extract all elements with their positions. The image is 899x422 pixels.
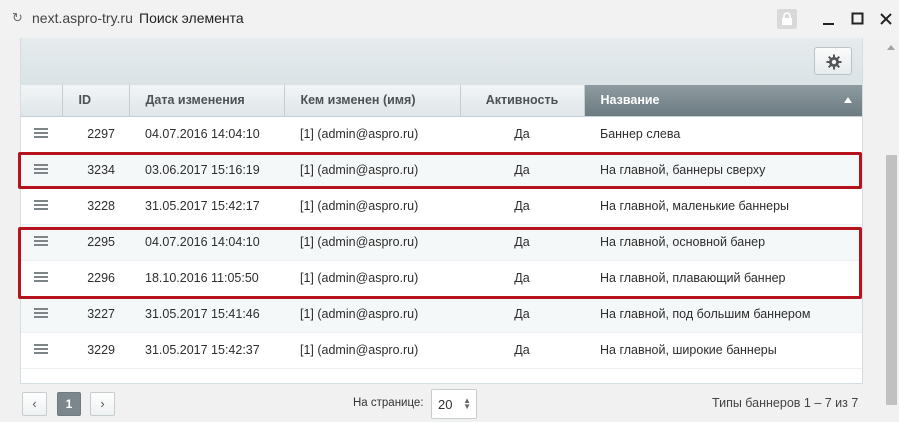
hamburger-icon[interactable]: [34, 272, 48, 282]
table-row[interactable]: 2295 04.07.2016 14:04:10 [1] (admin@aspr…: [21, 224, 862, 261]
row-name: На главной, плавающий баннер: [584, 260, 862, 297]
grid-toolbar: [21, 38, 862, 85]
row-date: 03.06.2017 15:16:19: [129, 152, 284, 189]
prev-page-button[interactable]: ‹: [22, 392, 47, 416]
pagination-bar: ‹ 1 › На странице: 20 ▲ ▼ Типы баннеров 1…: [0, 384, 883, 422]
row-date: 31.05.2017 15:42:17: [129, 188, 284, 225]
table-header-row: ID Дата изменения Кем изменен (имя) Акти…: [21, 85, 862, 117]
row-user: [1] (admin@aspro.ru): [284, 224, 460, 261]
scroll-up-arrow-icon[interactable]: [886, 40, 896, 50]
row-id: 2296: [62, 260, 129, 297]
maximize-icon[interactable]: [847, 8, 869, 30]
lock-icon[interactable]: [777, 9, 797, 29]
row-name: На главной, под большим баннером: [584, 296, 862, 333]
column-header-active[interactable]: Активность: [460, 85, 585, 117]
minimize-icon[interactable]: [818, 8, 840, 30]
column-header-modified-by[interactable]: Кем изменен (имя): [284, 85, 461, 117]
column-header-id[interactable]: ID: [62, 85, 130, 117]
table-row[interactable]: 3227 31.05.2017 15:41:46 [1] (admin@aspr…: [21, 296, 862, 333]
hamburger-icon[interactable]: [34, 344, 48, 354]
row-active: Да: [460, 116, 584, 153]
elements-table: ID Дата изменения Кем изменен (имя) Акти…: [21, 85, 862, 369]
row-date: 04.07.2016 14:04:10: [129, 224, 284, 261]
row-active: Да: [460, 296, 584, 333]
gear-icon: [826, 54, 842, 70]
row-name: На главной, маленькие баннеры: [584, 188, 862, 225]
column-header-name[interactable]: Название: [584, 85, 862, 117]
row-name: На главной, основной банер: [584, 224, 862, 261]
hamburger-icon[interactable]: [34, 164, 48, 174]
next-page-button[interactable]: ›: [90, 392, 115, 416]
row-active: Да: [460, 152, 584, 189]
row-active: Да: [460, 188, 584, 225]
table-row[interactable]: 2296 18.10.2016 11:05:50 [1] (admin@aspr…: [21, 260, 862, 297]
hamburger-icon[interactable]: [34, 308, 48, 318]
row-user: [1] (admin@aspro.ru): [284, 296, 460, 333]
total-count: Типы баннеров 1 – 7 из 7: [712, 396, 859, 410]
sort-asc-icon: [844, 97, 852, 103]
row-name: На главной, широкие баннеры: [584, 332, 862, 369]
scrollbar-thumb[interactable]: [886, 155, 897, 405]
row-name: На главной, баннеры сверху: [584, 152, 862, 189]
column-header-actions: [21, 85, 63, 117]
row-date: 31.05.2017 15:42:37: [129, 332, 284, 369]
column-header-date[interactable]: Дата изменения: [129, 85, 285, 117]
column-header-name-label: Название: [600, 93, 660, 108]
row-menu-cell[interactable]: [21, 152, 62, 189]
row-id: 3228: [62, 188, 129, 225]
table-row[interactable]: 3234 03.06.2017 15:16:19 [1] (admin@aspr…: [21, 152, 862, 189]
per-page-value: 20: [438, 397, 453, 412]
row-id: 3234: [62, 152, 129, 189]
table-row[interactable]: 3229 31.05.2017 15:42:37 [1] (admin@aspr…: [21, 332, 862, 369]
url-text: next.aspro-try.ru: [32, 10, 133, 26]
close-icon[interactable]: [875, 8, 897, 30]
hamburger-icon[interactable]: [34, 236, 48, 246]
row-id: 2295: [62, 224, 129, 261]
window-title: Поиск элемента: [139, 10, 244, 26]
row-user: [1] (admin@aspro.ru): [284, 152, 460, 189]
row-date: 04.07.2016 14:04:10: [129, 116, 284, 153]
table-row[interactable]: 3228 31.05.2017 15:42:17 [1] (admin@aspr…: [21, 188, 862, 225]
row-menu-cell[interactable]: [21, 260, 62, 297]
browser-titlebar: ↻ next.aspro-try.ru Поиск элемента: [0, 0, 899, 38]
per-page-label: На странице:: [353, 397, 424, 409]
row-active: Да: [460, 224, 584, 261]
row-name: Баннер слева: [584, 116, 862, 153]
row-user: [1] (admin@aspro.ru): [284, 260, 460, 297]
row-menu-cell[interactable]: [21, 296, 62, 333]
row-user: [1] (admin@aspro.ru): [284, 188, 460, 225]
row-menu-cell[interactable]: [21, 224, 62, 261]
row-id: 3227: [62, 296, 129, 333]
table-row[interactable]: 2297 04.07.2016 14:04:10 [1] (admin@aspr…: [21, 116, 862, 153]
row-menu-cell[interactable]: [21, 188, 62, 225]
per-page-select[interactable]: 20 ▲ ▼: [431, 389, 477, 419]
row-menu-cell[interactable]: [21, 332, 62, 369]
updown-arrows-icon: ▲ ▼: [463, 396, 471, 411]
settings-button[interactable]: [814, 47, 852, 75]
row-menu-cell[interactable]: [21, 116, 62, 153]
row-id: 2297: [62, 116, 129, 153]
row-id: 3229: [62, 332, 129, 369]
page-1-button[interactable]: 1: [57, 392, 81, 416]
row-active: Да: [460, 260, 584, 297]
row-date: 31.05.2017 15:41:46: [129, 296, 284, 333]
row-date: 18.10.2016 11:05:50: [129, 260, 284, 297]
reload-icon[interactable]: ↻: [12, 11, 26, 25]
hamburger-icon[interactable]: [34, 200, 48, 210]
row-active: Да: [460, 332, 584, 369]
elements-panel: ID Дата изменения Кем изменен (имя) Акти…: [20, 38, 863, 384]
row-user: [1] (admin@aspro.ru): [284, 116, 460, 153]
row-user: [1] (admin@aspro.ru): [284, 332, 460, 369]
hamburger-icon[interactable]: [34, 128, 48, 138]
